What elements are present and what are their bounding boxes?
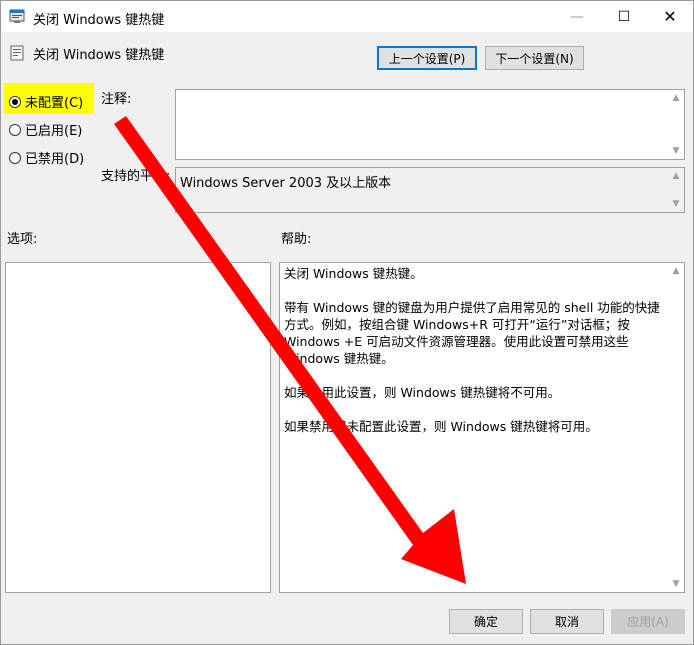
help-paragraph: 如果禁用或未配置此设置，则 Windows 键热键将可用。 [284,419,598,434]
platform-field: Windows Server 2003 及以上版本 ▲ ▼ [175,167,685,213]
help-label: 帮助: [281,232,312,247]
radio-not-configured[interactable]: 未配置(C) [9,92,83,111]
radio-enabled[interactable]: 已启用(E) [9,120,82,139]
help-scrollbar[interactable]: ▲ ▼ [668,263,684,592]
radio-unchecked-icon [9,151,21,164]
scroll-up-icon[interactable]: ▲ [668,263,684,279]
policy-editor-icon [9,9,25,23]
scroll-down-icon[interactable]: ▼ [668,576,684,592]
radio-disabled[interactable]: 已禁用(D) [9,148,84,167]
radio-label: 已禁用(D) [25,152,85,167]
ok-button[interactable]: 确定 [449,609,523,634]
radio-checked-icon [9,95,21,108]
next-setting-button[interactable]: 下一个设置(N) [485,46,584,70]
platform-label: 支持的平台: [101,169,171,184]
policy-setting-dialog: 关闭 Windows 键热键 — ☐ ✕ 关闭 Windows 键热键 上一个设… [0,0,694,645]
help-text: 关闭 Windows 键热键。 带有 Windows 键的键盘为用户提供了启用常… [284,265,667,452]
window-title: 关闭 Windows 键热键 [33,13,165,28]
comment-label: 注释: [101,92,132,107]
platform-value: Windows Server 2003 及以上版本 [180,176,392,191]
help-paragraph: 关闭 Windows 键热键。 [284,266,423,281]
radio-label: 已启用(E) [25,124,83,139]
help-paragraph: 带有 Windows 键的键盘为用户提供了启用常见的 shell 功能的快捷方式… [284,300,660,366]
scroll-down-icon[interactable]: ▼ [668,143,684,159]
platform-scrollbar[interactable]: ▲ ▼ [668,168,684,212]
radio-unchecked-icon [9,123,21,136]
scroll-up-icon[interactable]: ▲ [668,90,684,106]
help-paragraph: 如果启用此设置，则 Windows 键热键将不可用。 [284,385,561,400]
apply-button[interactable]: 应用(A) [611,609,685,634]
previous-setting-button[interactable]: 上一个设置(P) [377,46,477,70]
scroll-down-icon[interactable]: ▼ [668,196,684,212]
help-pane: 关闭 Windows 键热键。 带有 Windows 键的键盘为用户提供了启用常… [279,262,685,593]
policy-setting-icon [10,45,24,61]
policy-name: 关闭 Windows 键热键 [33,48,165,63]
minimize-button[interactable]: — [554,1,600,32]
title-bar: 关闭 Windows 键热键 — ☐ ✕ [1,1,693,32]
close-button[interactable]: ✕ [647,1,693,32]
options-pane [5,262,271,593]
comment-textarea[interactable]: ▲ ▼ [175,89,685,160]
options-label: 选项: [7,232,38,247]
scroll-up-icon[interactable]: ▲ [668,168,684,184]
comment-scrollbar[interactable]: ▲ ▼ [668,90,684,159]
radio-label: 未配置(C) [25,96,84,111]
cancel-button[interactable]: 取消 [530,609,604,634]
maximize-button[interactable]: ☐ [601,1,647,32]
